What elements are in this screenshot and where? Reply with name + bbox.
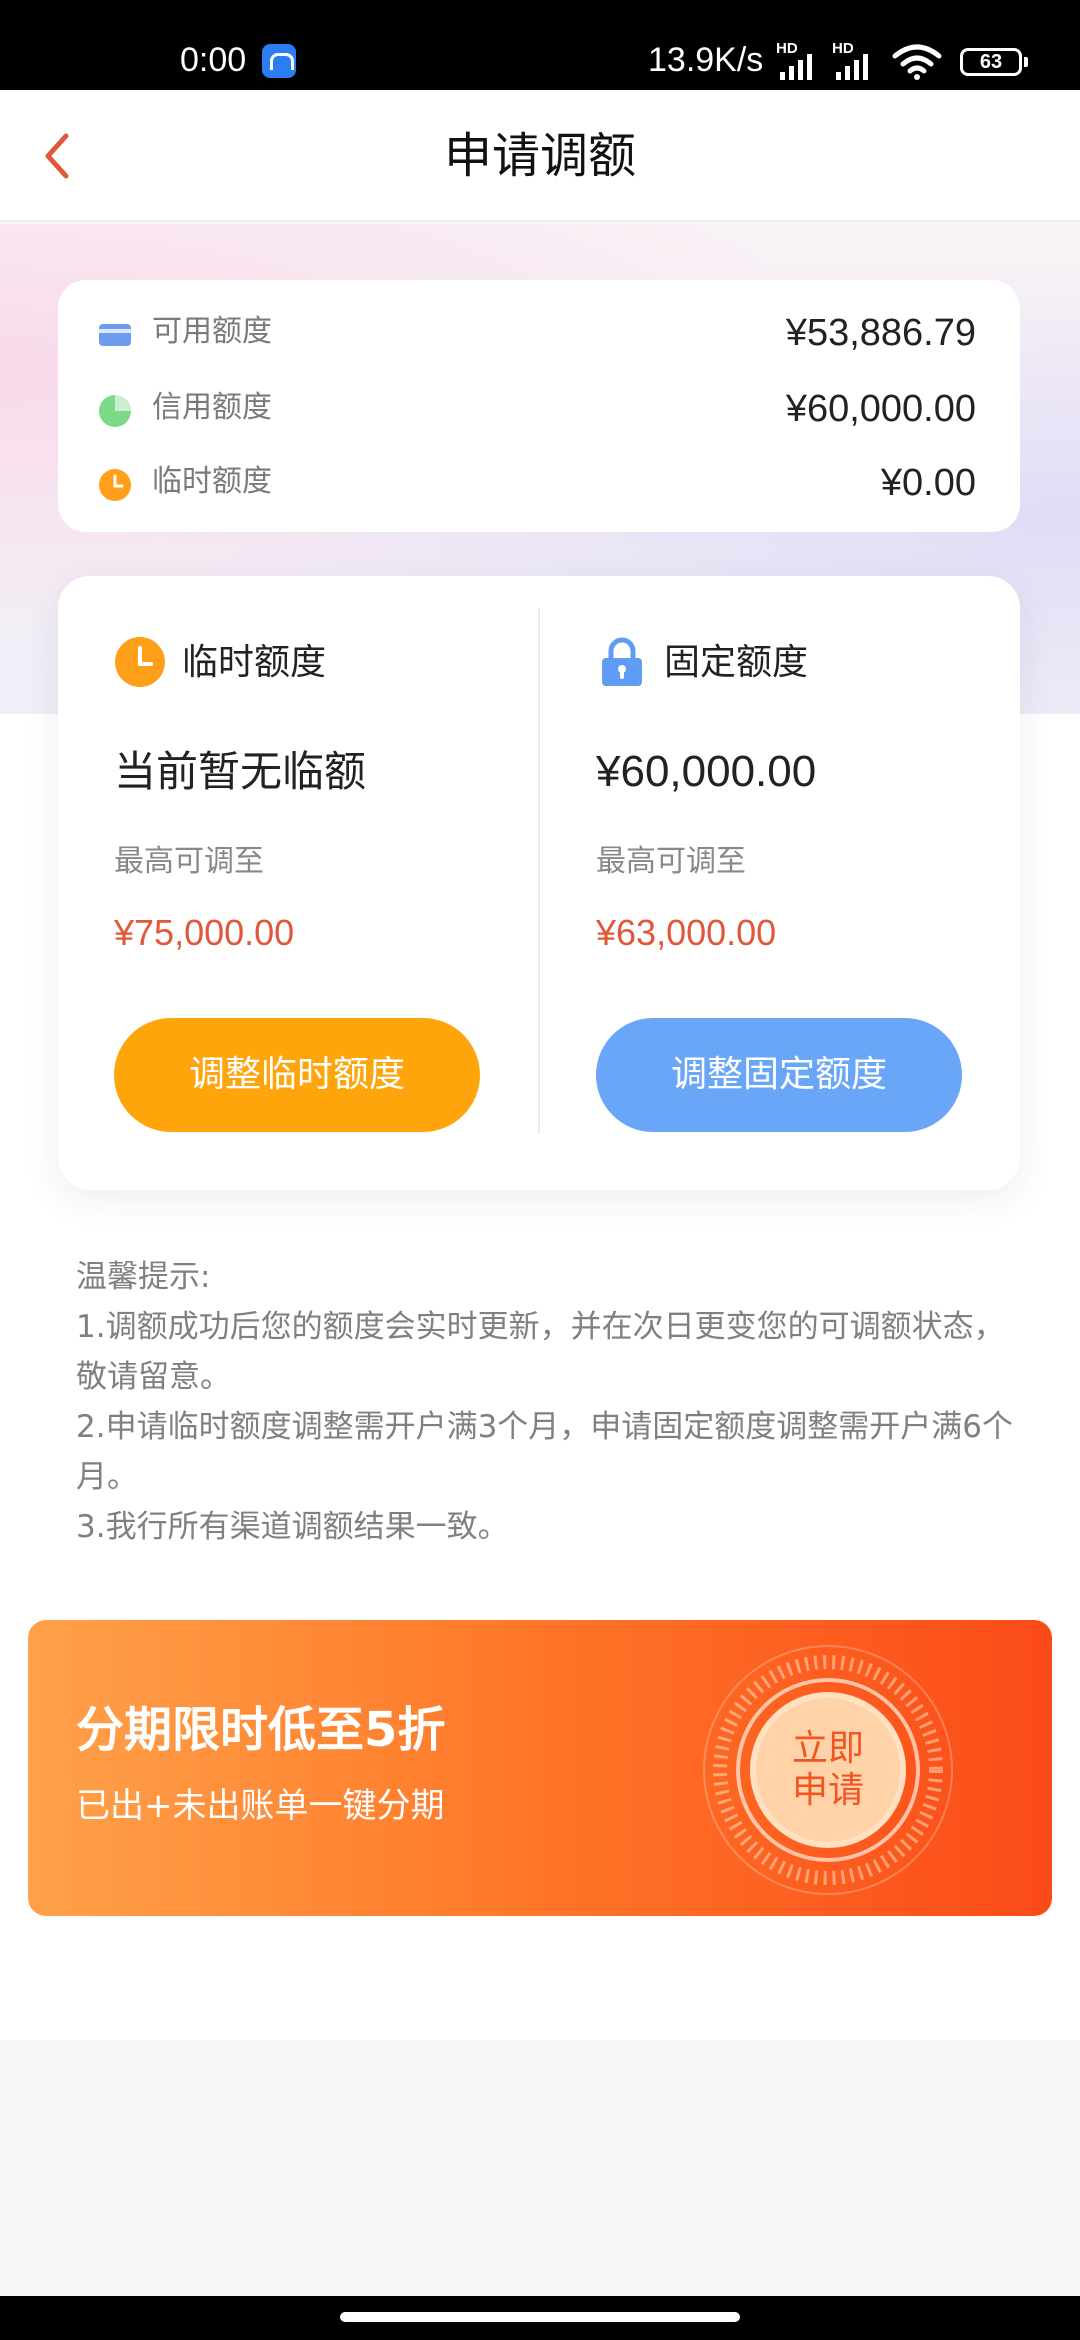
tips-heading: 温馨提示: (76, 1259, 211, 1295)
badge-line-2: 申请 (791, 1770, 864, 1811)
temp-limit-current: 当前暂无临额 (114, 747, 367, 796)
available-limit-label: 可用额度 (152, 314, 272, 349)
fixed-limit-max-value: ¥63,000.00 (596, 912, 777, 953)
status-bar: 0:00 13.9K/s HD HD 63 (0, 0, 1080, 90)
apply-now-badge[interactable]: 立即 申请 (698, 1640, 958, 1900)
tips-line-3: 3.我行所有渠道调额结果一致。 (76, 1509, 509, 1545)
fixed-limit-title: 固定额度 (664, 642, 809, 683)
tips-line-2: 2.申请临时额度调整需开户满3个月，申请固定额度调整需开户满6个月。 (76, 1409, 1014, 1495)
badge-line-1: 立即 (791, 1728, 864, 1769)
temp-limit-column: 临时额度 当前暂无临额 最高可调至 ¥75,000.00 调整临时额度 (114, 576, 534, 1190)
temp-limit-label: 临时额度 (152, 464, 272, 499)
temp-limit-row: 临时额度 ¥0.00 (98, 458, 976, 508)
fixed-limit-max-label: 最高可调至 (596, 844, 746, 879)
status-time: 0:00 (180, 41, 247, 79)
home-indicator[interactable] (340, 2312, 740, 2322)
app-notification-icon (262, 44, 296, 78)
card-icon (99, 324, 131, 346)
adjust-temp-limit-button[interactable]: 调整临时额度 (114, 1018, 480, 1132)
adjust-fixed-limit-button[interactable]: 调整固定额度 (596, 1018, 962, 1132)
column-divider (538, 608, 540, 1134)
available-limit-value: ¥53,886.79 (785, 312, 976, 354)
banner-subtitle: 已出+未出账单一键分期 (76, 1786, 445, 1826)
credit-limit-value: ¥60,000.00 (785, 388, 976, 430)
fixed-limit-current: ¥60,000.00 (596, 747, 817, 796)
credit-limit-row: 信用额度 ¥60,000.00 (98, 384, 976, 434)
signal-2-icon: HD (832, 40, 876, 80)
apply-now-text: 立即 申请 (778, 1728, 878, 1812)
tips-line-1: 1.调额成功后您的额度会实时更新，并在次日更变您的可调额状态，敬请留意。 (76, 1309, 1005, 1395)
clock-icon (115, 637, 165, 687)
network-speed: 13.9K/s (648, 41, 764, 79)
signal-1-icon: HD (776, 40, 820, 80)
installment-promo-banner[interactable]: 分期限时低至5折 已出+未出账单一键分期 立即 申请 (28, 1620, 1052, 1916)
temp-limit-max-label: 最高可调至 (114, 844, 264, 879)
adjust-limit-card: 临时额度 当前暂无临额 最高可调至 ¥75,000.00 调整临时额度 固定额度… (58, 576, 1020, 1190)
temp-limit-title: 临时额度 (182, 642, 327, 683)
battery-icon: 63 (960, 48, 1028, 76)
banner-title: 分期限时低至5折 (76, 1702, 446, 1758)
fixed-limit-column: 固定额度 ¥60,000.00 最高可调至 ¥63,000.00 调整固定额度 (596, 576, 1016, 1190)
pie-chart-icon (99, 395, 131, 427)
clock-icon (99, 469, 131, 501)
wifi-icon (892, 44, 942, 80)
lock-icon (602, 637, 642, 686)
tips-section: 温馨提示: 1.调额成功后您的额度会实时更新，并在次日更变您的可调额状态，敬请留… (76, 1252, 1016, 1552)
page-title: 申请调额 (443, 128, 636, 184)
temp-limit-value: ¥0.00 (880, 462, 976, 504)
credit-limit-label: 信用额度 (152, 390, 272, 425)
temp-limit-max-value: ¥75,000.00 (114, 912, 295, 953)
nav-bar: 申请调额 (0, 90, 1080, 222)
available-limit-row: 可用额度 ¥53,886.79 (98, 308, 976, 358)
limit-summary-card: 可用额度 ¥53,886.79 信用额度 ¥60,000.00 临时额度 ¥0.… (58, 280, 1020, 532)
